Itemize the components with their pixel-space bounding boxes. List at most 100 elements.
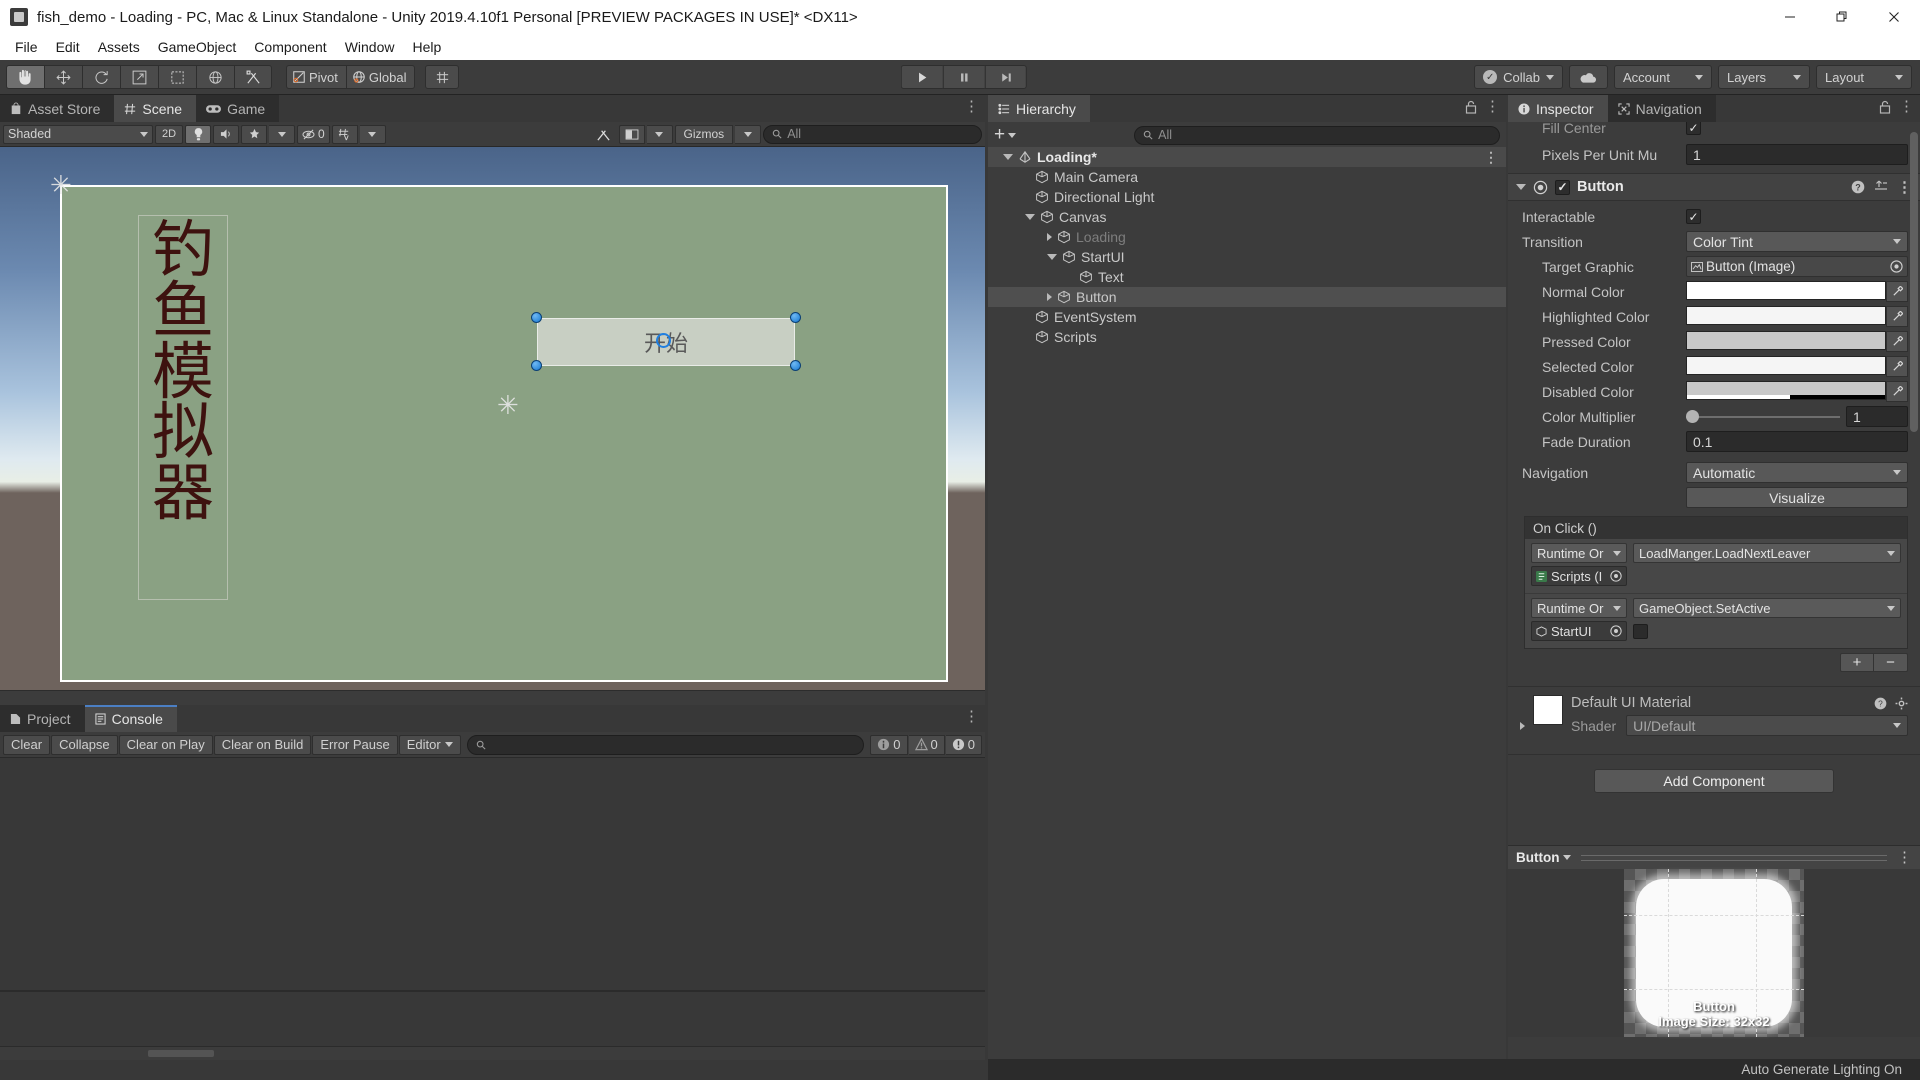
console-log-list[interactable] [0, 758, 985, 1046]
hand-tool-button[interactable] [6, 65, 44, 89]
preview-name-dropdown[interactable]: Button [1516, 850, 1572, 865]
scene-grid-dropdown[interactable] [359, 124, 386, 144]
tab-inspector[interactable]: Inspector [1508, 95, 1608, 122]
scene-camera-toggle[interactable] [618, 124, 645, 144]
selected-color-swatch[interactable] [1686, 356, 1886, 375]
object-picker-icon[interactable] [1890, 260, 1903, 273]
hierarchy-item-main-camera[interactable]: Main Camera [988, 167, 1506, 187]
scene-tools-icon[interactable] [591, 125, 617, 144]
chevron-right-icon[interactable] [1047, 293, 1052, 301]
chevron-down-icon[interactable] [1047, 254, 1057, 260]
scene-audio-toggle[interactable] [213, 124, 239, 144]
help-icon[interactable]: ? [1874, 697, 1887, 710]
hierarchy-item-canvas[interactable]: Canvas [988, 207, 1506, 227]
menu-item-window[interactable]: Window [336, 36, 404, 58]
disabled-color-swatch[interactable] [1686, 381, 1886, 400]
hierarchy-item-startui[interactable]: StartUI [988, 247, 1506, 267]
help-icon[interactable]: ? [1851, 180, 1865, 194]
console-error-count[interactable]: 0 [945, 734, 982, 755]
rect-handle-bl[interactable] [531, 360, 542, 371]
tab-asset-store[interactable]: Asset Store [0, 95, 115, 122]
console-splitter[interactable] [0, 990, 985, 992]
preset-icon[interactable] [1874, 180, 1888, 194]
step-button[interactable] [984, 65, 1027, 89]
button-component-enabled-checkbox[interactable]: ✓ [1555, 179, 1570, 195]
color-multiplier-value[interactable]: 1 [1846, 406, 1908, 427]
tab-hierarchy[interactable]: Hierarchy [988, 95, 1090, 122]
target-graphic-object-field[interactable]: Button (Image) [1686, 256, 1908, 277]
menu-item-edit[interactable]: Edit [47, 36, 89, 58]
console-editor-dropdown[interactable]: Editor [398, 734, 461, 755]
pressed-color-swatch[interactable] [1686, 331, 1886, 350]
account-button[interactable]: Account [1614, 65, 1712, 89]
menu-item-component[interactable]: Component [245, 36, 335, 58]
gear-icon[interactable] [1895, 697, 1908, 710]
color-multiplier-slider[interactable] [1686, 406, 1840, 427]
hierarchy-item-eventsystem[interactable]: EventSystem [988, 307, 1506, 327]
rotate-tool-button[interactable] [82, 65, 120, 89]
cloud-button[interactable] [1569, 65, 1608, 89]
onclick-1-setactive-checkbox[interactable] [1633, 623, 1648, 639]
transform-tool-button[interactable] [196, 65, 234, 89]
console-log-count[interactable]: 0 [870, 734, 908, 755]
hierarchy-options-kebab-icon[interactable]: ⋮ [1485, 99, 1500, 114]
layout-button[interactable]: Layout [1816, 65, 1912, 89]
chevron-down-icon[interactable] [1516, 184, 1526, 190]
tab-navigation[interactable]: Navigation [1607, 95, 1716, 122]
selected-color-eyedropper-icon[interactable] [1886, 356, 1908, 377]
tab-game[interactable]: Game [196, 95, 280, 122]
fade-duration-input[interactable]: 0.1 [1686, 431, 1908, 452]
scene-camera-dropdown[interactable] [646, 124, 673, 144]
disabled-color-eyedropper-icon[interactable] [1886, 381, 1908, 402]
toggle-2d-button[interactable]: 2D [155, 124, 183, 144]
maximize-button[interactable] [1816, 0, 1868, 34]
lock-icon[interactable] [1879, 100, 1891, 114]
inspector-scrollbar[interactable] [1910, 132, 1918, 432]
chevron-right-icon[interactable] [1047, 233, 1052, 241]
hierarchy-create-button[interactable]: + [994, 124, 1017, 146]
console-clear-on-play-button[interactable]: Clear on Play [118, 734, 213, 755]
hierarchy-item-loading[interactable]: Loading [988, 227, 1506, 247]
console-collapse-button[interactable]: Collapse [51, 734, 118, 755]
normal-color-eyedropper-icon[interactable] [1886, 281, 1908, 302]
scene-hidden-objects-toggle[interactable]: 0 [297, 124, 330, 144]
normal-color-swatch[interactable] [1686, 281, 1886, 300]
highlighted-color-eyedropper-icon[interactable] [1886, 306, 1908, 327]
rect-handle-tl[interactable] [531, 312, 542, 323]
onclick-0-mode-dropdown[interactable]: Runtime Or [1531, 543, 1627, 563]
console-resize-grip[interactable] [148, 1050, 214, 1057]
collab-button[interactable]: ✓ Collab [1474, 65, 1563, 89]
chevron-down-icon[interactable] [1025, 214, 1035, 220]
console-clear-button[interactable]: Clear [3, 734, 51, 755]
play-button[interactable] [900, 65, 943, 89]
highlighted-color-swatch[interactable] [1686, 306, 1886, 325]
console-warning-count[interactable]: 0 [908, 734, 945, 755]
onclick-1-object-field[interactable]: StartUI [1531, 621, 1627, 641]
hierarchy-search-input[interactable]: All [1134, 125, 1500, 145]
console-search-input[interactable] [466, 734, 865, 755]
pivot-toggle-button[interactable]: Pivot [286, 65, 346, 89]
move-tool-button[interactable] [44, 65, 82, 89]
chevron-right-icon[interactable] [1520, 722, 1525, 730]
inspector-options-kebab-icon[interactable]: ⋮ [1899, 99, 1914, 114]
onclick-1-mode-dropdown[interactable]: Runtime Or [1531, 598, 1627, 618]
rect-handle-tr[interactable] [790, 312, 801, 323]
object-picker-icon[interactable] [1610, 570, 1622, 582]
onclick-1-method-dropdown[interactable]: GameObject.SetActive [1633, 598, 1901, 618]
hierarchy-item-button[interactable]: Button [988, 287, 1506, 307]
transition-dropdown[interactable]: Color Tint [1686, 231, 1908, 252]
console-clear-on-build-button[interactable]: Clear on Build [213, 734, 312, 755]
preview-options-kebab-icon[interactable]: ⋮ [1897, 850, 1912, 865]
pixels-per-unit-input[interactable]: 1 [1686, 144, 1908, 165]
tab-project[interactable]: Project [0, 705, 85, 732]
grid-snap-icon[interactable] [425, 65, 460, 89]
hierarchy-item-loading[interactable]: Loading* ⋮ [988, 147, 1506, 167]
lock-icon[interactable] [1465, 100, 1477, 114]
scene-grid-toggle[interactable] [331, 124, 358, 144]
scale-tool-button[interactable] [120, 65, 158, 89]
tab-console[interactable]: Console [84, 705, 177, 732]
scene-fx-toggle[interactable] [241, 124, 267, 144]
gizmos-dropdown[interactable] [735, 124, 762, 144]
onclick-add-button[interactable]: + [1840, 653, 1874, 672]
visualize-button[interactable]: Visualize [1686, 487, 1908, 508]
